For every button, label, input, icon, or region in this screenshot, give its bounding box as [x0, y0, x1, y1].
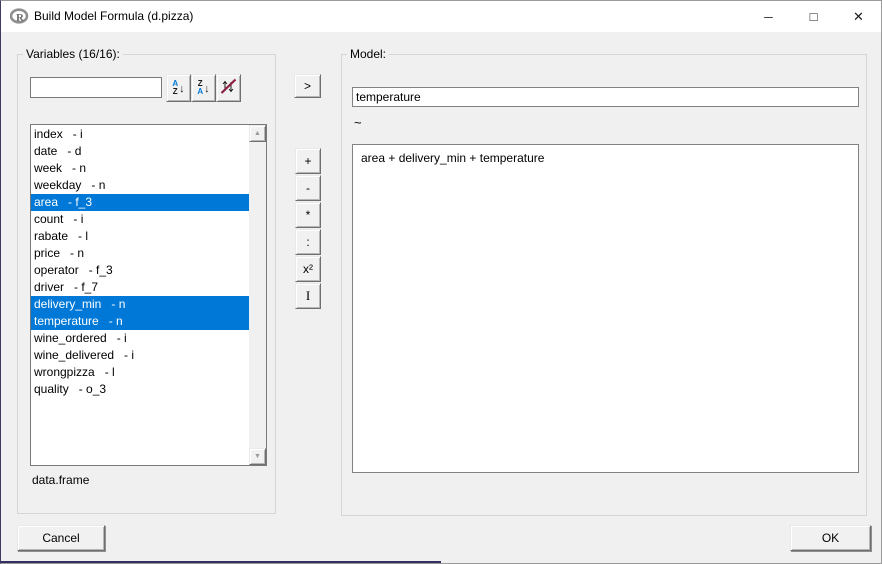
down-arrow-icon: ↓ [204, 83, 210, 95]
variables-group-title: Variables (16/16): [23, 47, 123, 61]
variable-item-area[interactable]: area - f_3 [31, 194, 249, 211]
formula-textarea[interactable] [352, 144, 859, 473]
window-title: Build Model Formula (d.pizza) [34, 9, 193, 23]
minimize-icon[interactable]: ─ [746, 1, 791, 32]
variable-item-temperature[interactable]: temperature - n [31, 313, 249, 330]
op-plus-button[interactable]: + [295, 148, 321, 174]
sort-ascending-button[interactable]: A Z ↓ [166, 74, 191, 102]
sort-descending-button[interactable]: Z A ↓ [191, 74, 216, 102]
maximize-icon[interactable]: □ [791, 1, 836, 32]
op-square-button[interactable]: x² [295, 256, 321, 282]
op-minus-button[interactable]: - [295, 175, 321, 201]
sort-original-order-button[interactable] [216, 74, 241, 102]
variable-item-wine_delivered[interactable]: wine_delivered - i [31, 347, 249, 364]
sort-za-icon: Z A [197, 80, 203, 96]
variable-item-date[interactable]: date - d [31, 143, 249, 160]
dataframe-label: data.frame [32, 473, 89, 487]
variable-item-price[interactable]: price - n [31, 245, 249, 262]
build-model-formula-dialog: R Build Model Formula (d.pizza) ─ □ ✕ Va… [0, 0, 882, 564]
r-logo-icon: R [10, 8, 29, 25]
variables-group: Variables (16/16): A Z ↓ Z A ↓ [17, 54, 276, 514]
sort-buttons: A Z ↓ Z A ↓ [166, 74, 241, 102]
svg-text:R: R [16, 12, 25, 24]
scroll-up-icon[interactable]: ▲ [249, 125, 266, 142]
titlebar[interactable]: R Build Model Formula (d.pizza) ─ □ ✕ [1, 1, 881, 32]
cancel-button[interactable]: Cancel [17, 525, 105, 551]
op-times-button[interactable]: * [295, 202, 321, 228]
variable-item-week[interactable]: week - n [31, 160, 249, 177]
listbox-scrollbar[interactable]: ▲ ▼ [249, 125, 266, 465]
close-icon[interactable]: ✕ [836, 1, 881, 32]
variable-item-rabate[interactable]: rabate - l [31, 228, 249, 245]
variable-item-wrongpizza[interactable]: wrongpizza - l [31, 364, 249, 381]
variable-item-quality[interactable]: quality - o_3 [31, 381, 249, 398]
op-colon-button[interactable]: : [295, 229, 321, 255]
variable-item-driver[interactable]: driver - f_7 [31, 279, 249, 296]
transfer-button[interactable]: > [294, 74, 321, 98]
variable-item-delivery_min[interactable]: delivery_min - n [31, 296, 249, 313]
scroll-down-icon[interactable]: ▼ [249, 448, 266, 465]
op-identity-button[interactable]: I [295, 283, 321, 309]
variable-filter-input[interactable] [30, 77, 162, 98]
window-controls: ─ □ ✕ [746, 1, 881, 32]
variable-item-weekday[interactable]: weekday - n [31, 177, 249, 194]
variables-listbox[interactable]: index - idate - dweek - nweekday - narea… [30, 124, 267, 466]
ok-button[interactable]: OK [790, 525, 871, 551]
tilde-label: ~ [354, 115, 362, 130]
operator-buttons: +-*:x²I [295, 148, 321, 309]
variable-item-operator[interactable]: operator - f_3 [31, 262, 249, 279]
background-window-edge [1, 561, 441, 563]
model-group: Model: ~ [341, 54, 867, 516]
down-arrow-icon: ↓ [179, 83, 185, 95]
sort-az-icon: A Z [172, 80, 178, 96]
variable-item-index[interactable]: index - i [31, 126, 249, 143]
variable-item-count[interactable]: count - i [31, 211, 249, 228]
model-group-title: Model: [347, 47, 389, 61]
response-variable-input[interactable] [352, 87, 859, 107]
crossed-sort-arrows-icon [220, 78, 237, 98]
variable-item-wine_ordered[interactable]: wine_ordered - i [31, 330, 249, 347]
